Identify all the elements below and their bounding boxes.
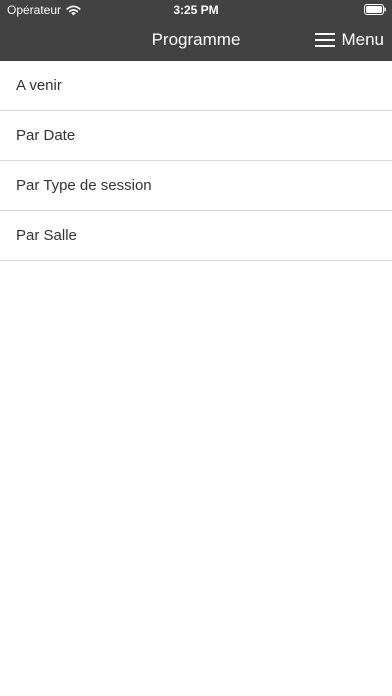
list-item-by-session-type[interactable]: Par Type de session [0, 161, 392, 211]
list-item-label: A venir [16, 77, 62, 94]
menu-button[interactable]: Menu [315, 28, 384, 52]
program-filter-list: A venir Par Date Par Type de session Par… [0, 61, 392, 261]
hamburger-icon [315, 33, 336, 47]
list-item-label: Par Type de session [16, 177, 152, 194]
app-screen: Opérateur 3:25 PM Programme Menu A venir… [0, 0, 392, 696]
status-time: 3:25 PM [173, 3, 219, 17]
header: Opérateur 3:25 PM Programme Menu [0, 0, 392, 61]
list-item-label: Par Salle [16, 227, 77, 244]
menu-label: Menu [341, 30, 384, 49]
list-item-by-room[interactable]: Par Salle [0, 211, 392, 261]
list-item-upcoming[interactable]: A venir [0, 61, 392, 111]
status-bar: Opérateur 3:25 PM [0, 0, 392, 20]
list-item-by-date[interactable]: Par Date [0, 111, 392, 161]
list-item-label: Par Date [16, 127, 76, 144]
battery-icon [364, 4, 386, 15]
